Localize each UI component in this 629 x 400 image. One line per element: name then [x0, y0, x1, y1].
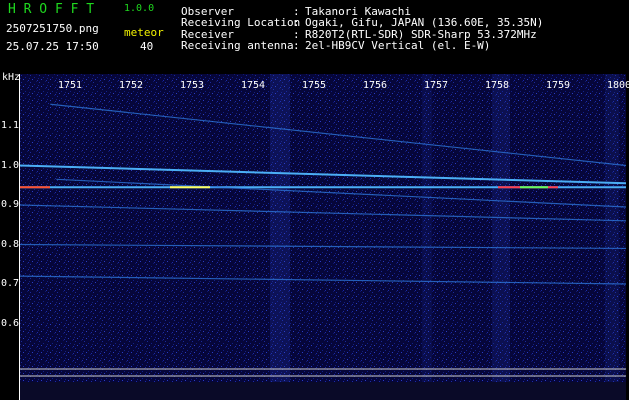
- y-axis-unit: kHz: [2, 72, 21, 83]
- x-tick-label: 1752: [119, 80, 144, 91]
- x-tick-label: 1759: [546, 80, 571, 91]
- x-tick-label: 1800: [607, 80, 629, 91]
- x-tick-label: 1751: [58, 80, 83, 91]
- y-tick-label: 0.9: [1, 199, 20, 210]
- interference-band: [270, 74, 290, 382]
- spectrogram-svg: [20, 74, 626, 400]
- interference-band: [492, 74, 510, 382]
- info-colon: :: [293, 16, 300, 29]
- info-colon: :: [293, 39, 300, 52]
- meteor-label: meteor: [124, 26, 164, 39]
- x-tick-label: 1758: [485, 80, 510, 91]
- info-key-antenna: Receiving antenna: [181, 39, 294, 52]
- app-title: H R O F F T: [8, 2, 95, 17]
- y-tick-label: 1.1: [1, 120, 20, 131]
- activity-strip: [20, 382, 626, 400]
- x-tick-label: 1753: [180, 80, 205, 91]
- interference-band: [605, 74, 619, 382]
- y-axis-line: [19, 74, 20, 400]
- info-value-location: Ogaki, Gifu, JAPAN (136.60E, 35.35N): [305, 16, 544, 29]
- y-tick-label: 0.7: [1, 278, 20, 289]
- app-version: 1.0.0: [124, 3, 155, 14]
- x-tick-label: 1755: [302, 80, 327, 91]
- x-tick-label: 1754: [241, 80, 266, 91]
- capture-datetime: 25.07.25 17:50: [6, 40, 99, 53]
- y-tick-label: 0.8: [1, 238, 20, 250]
- info-value-antenna: 2el-HB9CV Vertical (el. E-W): [305, 39, 491, 52]
- meteor-count: 40: [140, 40, 154, 53]
- y-tick-label: 1.0: [1, 159, 20, 171]
- x-tick-label: 1756: [363, 80, 388, 91]
- x-tick-label: 1757: [424, 80, 449, 91]
- file-name: 2507251750.png: [6, 22, 99, 35]
- info-key-location: Receiving Location: [181, 16, 301, 29]
- interference-band: [422, 74, 432, 382]
- noise-background: [20, 74, 626, 400]
- spectrogram: [20, 74, 626, 400]
- y-tick-label: 0.6: [1, 317, 20, 329]
